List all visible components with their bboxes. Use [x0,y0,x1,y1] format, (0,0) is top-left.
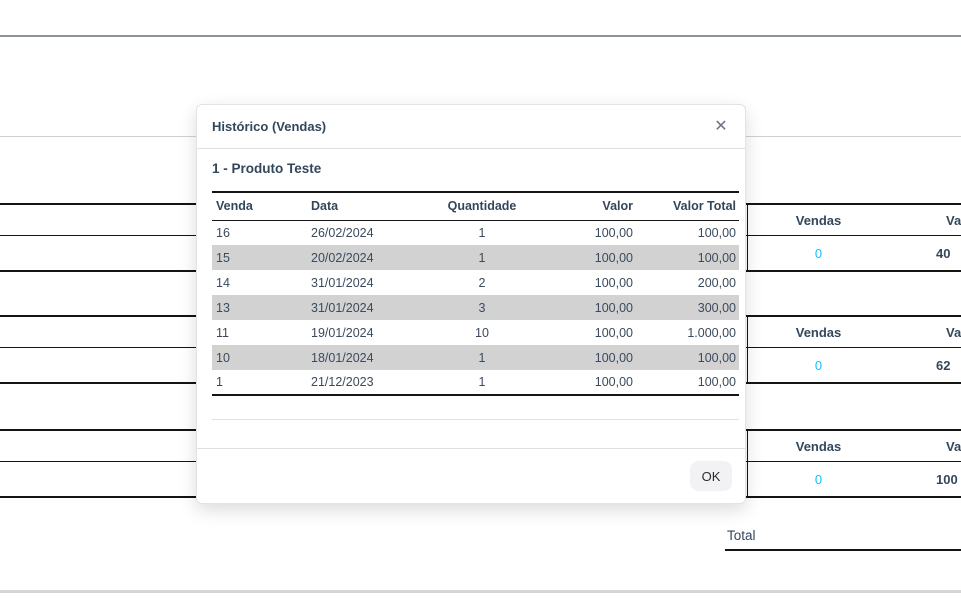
table-cell: 26/02/2024 [307,220,422,245]
valor-total-value: 40 [936,237,950,270]
table-cell: 10 [212,345,307,370]
sales-history-header: VendaDataQuantidadeValorValor Total [212,192,739,220]
table-cell: 16 [212,220,307,245]
valor-total-value: 100 [936,463,958,496]
column-header: Valor Total [636,192,739,220]
valor-column-header: Va [946,317,961,348]
table-cell: 13 [212,295,307,320]
close-icon[interactable]: ✕ [709,115,733,139]
table-cell: 100,00 [542,295,636,320]
column-header: Data [307,192,422,220]
table-cell: 100,00 [542,270,636,295]
column-header: Quantidade [422,192,542,220]
ok-button[interactable]: OK [690,461,732,491]
table-row: 1431/01/20242100,00200,00 [212,270,739,295]
table-row: 1520/02/20241100,00100,00 [212,245,739,270]
table-cell: 3 [422,295,542,320]
table-cell: 2 [422,270,542,295]
table-cell: 1 [422,245,542,270]
table-cell: 100,00 [636,245,739,270]
table-cell: 15 [212,245,307,270]
historico-vendas-dialog: Histórico (Vendas) ✕ 1 - Produto Teste V… [196,104,746,504]
vendas-count-link[interactable]: 0 [748,237,889,270]
page-bottom-bar [0,590,961,593]
table-cell: 10 [422,320,542,345]
table-cell: 100,00 [636,370,739,395]
table-cell: 31/01/2024 [307,295,422,320]
total-underline [725,549,961,551]
table-cell: 19/01/2024 [307,320,422,345]
table-cell: 100,00 [542,245,636,270]
table-row: 1331/01/20243100,00300,00 [212,295,739,320]
table-row: 1119/01/202410100,001.000,00 [212,320,739,345]
table-cell: 100,00 [542,345,636,370]
table-cell: 100,00 [542,370,636,395]
table-cell: 300,00 [636,295,739,320]
column-header: Venda [212,192,307,220]
product-subtitle: 1 - Produto Teste [212,161,321,176]
table-cell: 100,00 [542,220,636,245]
valor-column-header: Va [946,431,961,462]
valor-total-value: 62 [936,349,950,382]
table-cell: 20/02/2024 [307,245,422,270]
table-footer-divider [212,419,739,420]
valor-column-header: Va [946,205,961,236]
vendas-column-header: Vendas [748,205,889,236]
table-cell: 1.000,00 [636,320,739,345]
dialog-header: Histórico (Vendas) ✕ [197,105,745,149]
table-cell: 18/01/2024 [307,345,422,370]
table-cell: 100,00 [636,220,739,245]
table-row: 1626/02/20241100,00100,00 [212,220,739,245]
table-cell: 200,00 [636,270,739,295]
table-cell: 1 [422,220,542,245]
dialog-footer-divider [197,448,745,449]
vendas-column-header: Vendas [748,317,889,348]
page-top-divider [0,35,961,37]
sales-history-body: 1626/02/20241100,00100,001520/02/2024110… [212,220,739,395]
table-cell: 1 [422,345,542,370]
dialog-title: Histórico (Vendas) [212,105,326,149]
table-cell: 100,00 [542,320,636,345]
table-cell: 31/01/2024 [307,270,422,295]
table-cell: 11 [212,320,307,345]
table-row: 121/12/20231100,00100,00 [212,370,739,395]
table-row: 1018/01/20241100,00100,00 [212,345,739,370]
table-cell: 100,00 [636,345,739,370]
vendas-count-link[interactable]: 0 [748,463,889,496]
table-cell: 21/12/2023 [307,370,422,395]
page: Vendas Va 0 40 Vendas Va 0 62 Vendas Va … [0,0,961,598]
total-label: Total [727,528,756,543]
table-cell: 1 [212,370,307,395]
table-cell: 14 [212,270,307,295]
vendas-column-header: Vendas [748,431,889,462]
vendas-count-link[interactable]: 0 [748,349,889,382]
column-header: Valor [542,192,636,220]
sales-history-table: VendaDataQuantidadeValorValor Total 1626… [212,191,739,396]
table-cell: 1 [422,370,542,395]
